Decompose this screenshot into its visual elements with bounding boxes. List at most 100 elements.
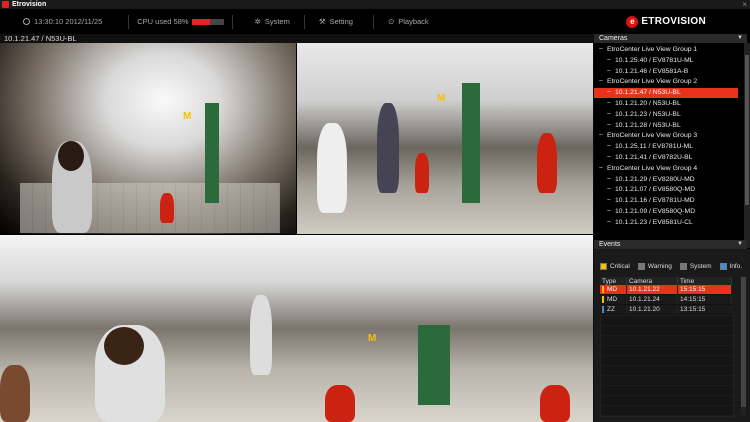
event-type: MD xyxy=(600,285,627,295)
camera-item[interactable]: −10.1.21.28 / N53U-BL xyxy=(594,121,738,131)
filter-checkbox[interactable] xyxy=(719,263,727,270)
events-panel: Critical Warning System Info. Type Camera T… xyxy=(594,249,750,422)
event-type-label: MD xyxy=(607,286,618,294)
event-type: MD xyxy=(600,294,627,305)
filter-warning[interactable]: Warning xyxy=(637,263,672,270)
tree-branch-icon: − xyxy=(599,132,603,140)
events-title: Events xyxy=(599,241,621,248)
filter-label: Warning xyxy=(647,263,672,270)
camera-label: EtroCenter Live View Group 1 xyxy=(607,46,698,53)
filter-system[interactable]: System xyxy=(679,263,712,270)
person xyxy=(325,385,355,422)
filter-label: Critical xyxy=(610,263,630,270)
close-icon[interactable]: × xyxy=(742,0,747,9)
camera-item[interactable]: −10.1.21.29 / EV8280U-MD xyxy=(594,175,738,185)
toolbar-divider xyxy=(303,14,305,29)
event-row[interactable]: MD 10.1.21.24 14:15:15 xyxy=(600,294,732,305)
filter-checkbox[interactable] xyxy=(600,263,607,270)
camera-item[interactable]: −10.1.21.47 / N53U-BL xyxy=(594,88,738,99)
tree-branch-icon: − xyxy=(607,67,611,75)
camera-item[interactable]: −10.1.25.40 / EV8781U-ML xyxy=(594,56,738,66)
person xyxy=(317,123,347,213)
video-view[interactable]: M M M xyxy=(0,43,593,422)
camera-item[interactable]: −10.1.21.09 / EV8580Q-MD xyxy=(594,207,738,217)
camera-item[interactable]: −10.1.21.46 / EV8581A-B xyxy=(594,67,738,77)
mcdonalds-sign: M xyxy=(183,111,192,122)
clock-icon xyxy=(23,18,30,25)
toolbar-divider xyxy=(372,14,374,29)
column-header-type[interactable]: Type xyxy=(600,277,627,285)
camera-item[interactable]: −10.1.21.41 / EV8782U-BL xyxy=(594,153,738,163)
tree-branch-icon: − xyxy=(607,56,611,64)
tree-branch-icon: − xyxy=(607,186,611,194)
brand-logo: e ETROVISION xyxy=(626,15,706,28)
events-scrollbar[interactable] xyxy=(741,277,746,415)
camera-label: EtroCenter Live View Group 4 xyxy=(607,164,698,172)
filter-checkbox[interactable] xyxy=(679,263,687,270)
tree-branch-icon: − xyxy=(607,143,611,151)
camera-item[interactable]: −10.1.21.20 / N53U-BL xyxy=(594,99,738,109)
event-camera: 10.1.21.20 xyxy=(626,304,678,315)
tree-branch-icon: − xyxy=(607,208,611,215)
app-icon xyxy=(2,1,9,8)
wrench-icon: ⚒ xyxy=(318,17,326,26)
camera-item[interactable]: −10.1.25.11 / EV8781U-ML xyxy=(594,142,738,152)
camera-label: EtroCenter Live View Group 3 xyxy=(607,132,698,140)
event-row[interactable]: MD 10.1.21.22 15:15:15 xyxy=(600,285,732,295)
video-pane-dewarp[interactable]: M xyxy=(297,43,593,234)
playback-button[interactable]: ⊙ Playback xyxy=(388,9,429,34)
tree-branch-icon: − xyxy=(607,218,611,226)
person xyxy=(377,103,399,193)
person-head xyxy=(104,327,144,365)
mcdonalds-sign: M xyxy=(437,93,446,104)
play-icon: ⊙ xyxy=(387,17,395,26)
setting-button[interactable]: ⚒ Setting xyxy=(319,9,353,34)
event-camera: 10.1.21.22 xyxy=(626,285,678,295)
playback-label: Playback xyxy=(398,17,429,26)
cameras-header[interactable]: Cameras ▼ xyxy=(594,34,747,43)
chevron-down-icon[interactable]: ▼ xyxy=(737,34,743,43)
datetime-text: 13:30:10 2012/11/25 xyxy=(34,17,103,26)
camera-label: 10.1.21.28 / N53U-BL xyxy=(615,121,681,129)
filter-checkbox[interactable] xyxy=(637,263,645,270)
camera-item[interactable]: −10.1.21.07 / EV8580Q-MD xyxy=(594,185,738,195)
person xyxy=(250,295,272,375)
system-button[interactable]: ✲ System xyxy=(255,9,290,34)
event-camera: 10.1.21.24 xyxy=(626,294,678,305)
title-bar: Etrovision × xyxy=(0,0,750,9)
tree-branch-icon: − xyxy=(607,100,611,107)
camera-scrollbar[interactable] xyxy=(744,43,750,248)
column-header-time[interactable]: Time xyxy=(677,277,732,285)
column-header-camera[interactable]: Camera xyxy=(626,277,678,285)
logo-mark-icon: e xyxy=(626,15,639,28)
camera-group[interactable]: − EtroCenter Live View Group 4 xyxy=(594,164,738,174)
camera-group[interactable]: − EtroCenter Live View Group 3 xyxy=(594,131,738,141)
scrollbar-thumb[interactable] xyxy=(745,55,749,205)
cpu-bar xyxy=(191,18,224,25)
camera-item[interactable]: −10.1.21.16 / EV8781U-MD xyxy=(594,196,738,206)
event-severity-marker xyxy=(602,305,604,313)
filter-info[interactable]: Info. xyxy=(719,263,742,270)
camera-label: 10.1.25.40 / EV8781U-ML xyxy=(615,56,694,64)
person xyxy=(415,153,429,193)
events-header[interactable]: Events ▼ xyxy=(594,240,747,249)
filter-critical[interactable]: Critical xyxy=(600,263,630,270)
camera-item[interactable]: −10.1.21.23 / N53U-BL xyxy=(594,110,738,120)
camera-item[interactable]: −10.1.21.23 / EV8581U-CL xyxy=(594,218,738,228)
person xyxy=(537,133,557,193)
person xyxy=(540,385,570,422)
event-row[interactable]: ZZ 10.1.21.20 13:15:15 xyxy=(600,304,732,315)
video-title: 10.1.21.47 / N53U-BL xyxy=(0,34,597,43)
camera-group[interactable]: − EtroCenter Live View Group 2 xyxy=(594,77,738,87)
camera-group[interactable]: − EtroCenter Live View Group 1 xyxy=(594,45,738,55)
video-pane-panorama[interactable]: M xyxy=(0,235,593,422)
system-label: System xyxy=(264,17,290,26)
chevron-down-icon[interactable]: ▼ xyxy=(737,240,743,249)
toolbar: 13:30:10 2012/11/25 CPU used 58% ✲ Syste… xyxy=(0,9,750,35)
tree-branch-icon: − xyxy=(607,121,611,129)
tree-branch-icon: − xyxy=(599,78,603,86)
camera-label: 10.1.21.47 / N53U-BL xyxy=(615,89,681,97)
camera-label: 10.1.21.07 / EV8580Q-MD xyxy=(615,186,696,194)
video-pane-fisheye[interactable]: M xyxy=(0,43,296,234)
scrollbar-thumb[interactable] xyxy=(741,277,746,407)
